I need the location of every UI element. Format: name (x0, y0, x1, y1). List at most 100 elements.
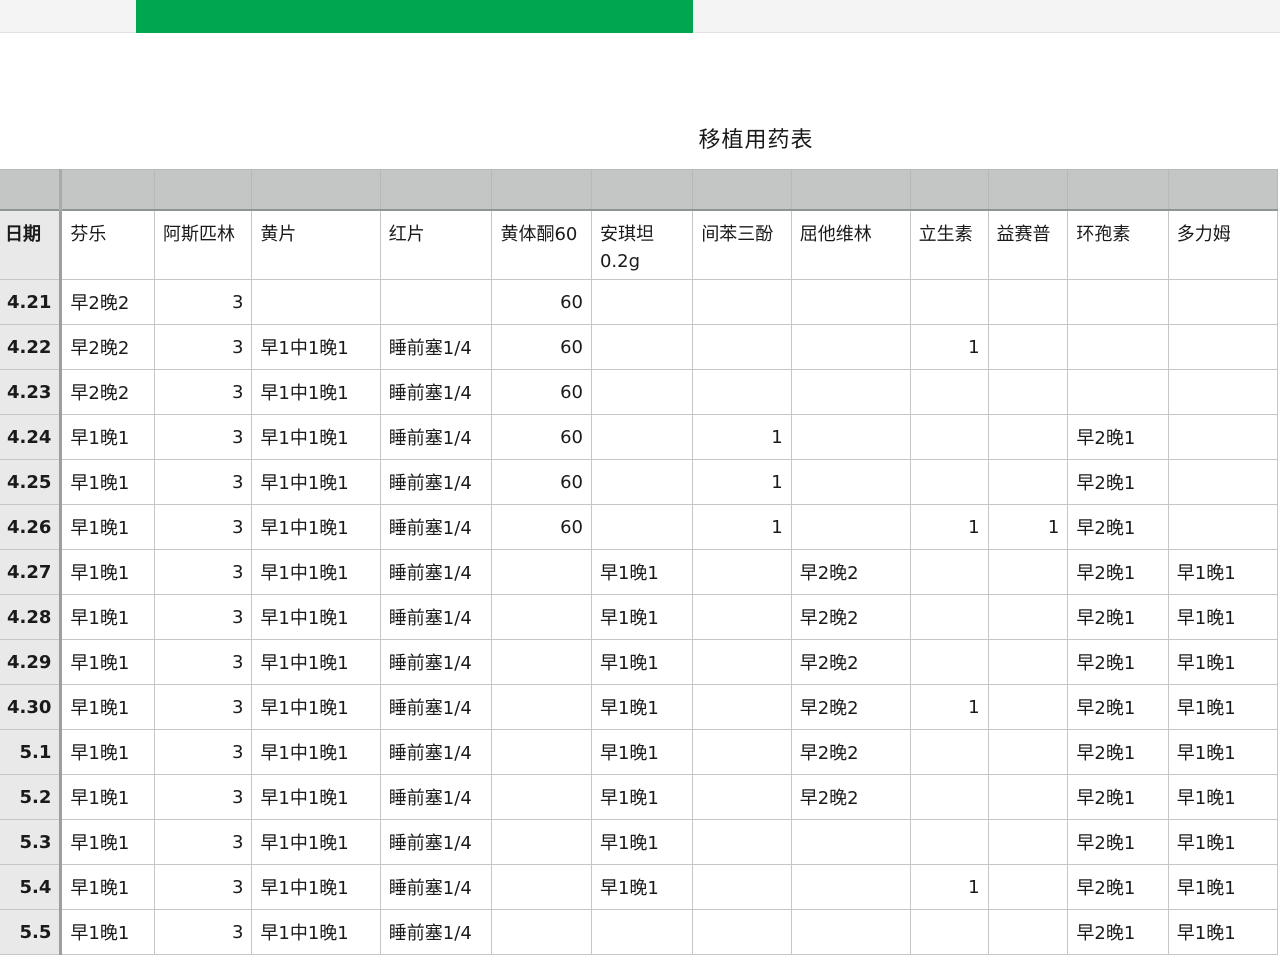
table-cell[interactable] (790, 864, 911, 910)
table-cell[interactable]: 60 (491, 504, 592, 550)
header-band-cell[interactable] (909, 169, 989, 210)
table-cell[interactable]: 1 (909, 684, 989, 730)
table-cell[interactable]: 早2晚1 (1067, 684, 1169, 730)
table-cell[interactable]: 3 (153, 909, 253, 955)
table-cell[interactable]: 早2晚1 (1067, 639, 1169, 685)
table-cell[interactable]: 早1中1晚1 (251, 909, 381, 955)
table-cell[interactable]: 早1晚1 (1167, 729, 1279, 775)
table-cell[interactable] (987, 729, 1069, 775)
table-cell[interactable]: 早2晚1 (1067, 504, 1169, 550)
table-cell[interactable]: 3 (153, 324, 253, 370)
table-cell[interactable] (590, 459, 694, 505)
table-cell[interactable] (692, 369, 792, 415)
table-cell[interactable]: 早2晚2 (60, 324, 155, 370)
table-cell[interactable] (909, 774, 989, 820)
table-cell[interactable]: 早1晚1 (590, 819, 694, 865)
column-header-cell[interactable]: 红片 (379, 208, 493, 280)
column-header-cell[interactable]: 屈他维林 (790, 208, 911, 280)
table-cell[interactable]: 早1中1晚1 (251, 549, 381, 595)
table-cell[interactable]: 早2晚1 (1067, 729, 1169, 775)
table-cell[interactable]: 睡前塞1/4 (379, 684, 493, 730)
header-band-cell[interactable] (790, 169, 911, 210)
table-cell[interactable] (987, 414, 1069, 460)
header-band-cell[interactable] (987, 169, 1069, 210)
table-cell[interactable]: 早2晚1 (1067, 864, 1169, 910)
column-header-cell[interactable]: 益赛普 (987, 208, 1069, 280)
table-cell[interactable] (491, 639, 592, 685)
table-cell[interactable] (590, 414, 694, 460)
table-cell[interactable] (909, 819, 989, 865)
table-cell[interactable]: 睡前塞1/4 (379, 909, 493, 955)
table-cell[interactable] (987, 819, 1069, 865)
table-cell[interactable] (1167, 279, 1279, 325)
table-cell[interactable] (790, 504, 911, 550)
column-header-cell[interactable]: 芬乐 (60, 208, 155, 280)
table-cell[interactable]: 60 (491, 279, 592, 325)
table-cell[interactable]: 3 (153, 639, 253, 685)
date-cell[interactable]: 4.30 (0, 684, 63, 730)
header-band-cell[interactable] (491, 169, 592, 210)
table-cell[interactable] (987, 324, 1069, 370)
table-cell[interactable] (987, 864, 1069, 910)
table-cell[interactable]: 早1晚1 (590, 594, 694, 640)
column-header-cell[interactable]: 黄片 (251, 208, 381, 280)
table-cell[interactable]: 早2晚1 (1067, 414, 1169, 460)
table-cell[interactable]: 3 (153, 594, 253, 640)
table-cell[interactable]: 60 (491, 324, 592, 370)
column-header-cell[interactable]: 间苯三酚 (692, 208, 792, 280)
table-cell[interactable] (692, 909, 792, 955)
header-band-cell[interactable] (0, 169, 63, 210)
table-cell[interactable]: 60 (491, 414, 592, 460)
table-cell[interactable] (692, 594, 792, 640)
table-cell[interactable] (909, 459, 989, 505)
table-cell[interactable] (1067, 324, 1169, 370)
table-cell[interactable]: 早2晚1 (1067, 549, 1169, 595)
date-cell[interactable]: 4.24 (0, 414, 63, 460)
table-cell[interactable]: 3 (153, 684, 253, 730)
table-cell[interactable]: 早1中1晚1 (251, 324, 381, 370)
table-cell[interactable]: 早1晚1 (60, 504, 155, 550)
table-cell[interactable]: 早1中1晚1 (251, 594, 381, 640)
header-band-cell[interactable] (379, 169, 493, 210)
table-cell[interactable] (692, 279, 792, 325)
table-cell[interactable] (251, 279, 381, 325)
table-cell[interactable]: 早2晚2 (60, 279, 155, 325)
table-cell[interactable]: 1 (692, 504, 792, 550)
date-cell[interactable]: 4.29 (0, 639, 63, 685)
table-cell[interactable]: 早1晚1 (1167, 774, 1279, 820)
table-cell[interactable]: 睡前塞1/4 (379, 459, 493, 505)
table-cell[interactable]: 睡前塞1/4 (379, 324, 493, 370)
header-band-cell[interactable] (1167, 169, 1279, 210)
date-cell[interactable]: 5.4 (0, 864, 63, 910)
table-cell[interactable] (491, 594, 592, 640)
table-cell[interactable] (790, 369, 911, 415)
header-band-cell[interactable] (60, 169, 155, 210)
table-cell[interactable]: 3 (153, 774, 253, 820)
table-cell[interactable]: 早1中1晚1 (251, 414, 381, 460)
table-cell[interactable]: 早1晚1 (60, 909, 155, 955)
table-cell[interactable] (692, 549, 792, 595)
table-cell[interactable]: 早1晚1 (1167, 684, 1279, 730)
table-cell[interactable]: 早1晚1 (590, 549, 694, 595)
table-cell[interactable] (692, 639, 792, 685)
table-cell[interactable]: 早2晚2 (790, 684, 911, 730)
date-cell[interactable]: 4.28 (0, 594, 63, 640)
table-cell[interactable] (491, 864, 592, 910)
table-cell[interactable]: 睡前塞1/4 (379, 639, 493, 685)
date-cell[interactable]: 4.27 (0, 549, 63, 595)
table-cell[interactable]: 睡前塞1/4 (379, 774, 493, 820)
table-cell[interactable]: 1 (909, 504, 989, 550)
table-cell[interactable] (909, 594, 989, 640)
table-cell[interactable] (909, 414, 989, 460)
table-cell[interactable]: 早1晚1 (60, 819, 155, 865)
table-cell[interactable]: 3 (153, 549, 253, 595)
table-cell[interactable]: 早2晚2 (790, 549, 911, 595)
column-header-cell[interactable]: 立生素 (909, 208, 989, 280)
table-cell[interactable]: 早1中1晚1 (251, 864, 381, 910)
table-cell[interactable] (692, 729, 792, 775)
table-cell[interactable]: 早1晚1 (590, 864, 694, 910)
date-cell[interactable]: 5.1 (0, 729, 63, 775)
table-cell[interactable] (790, 819, 911, 865)
table-cell[interactable] (1167, 324, 1279, 370)
table-cell[interactable] (987, 774, 1069, 820)
